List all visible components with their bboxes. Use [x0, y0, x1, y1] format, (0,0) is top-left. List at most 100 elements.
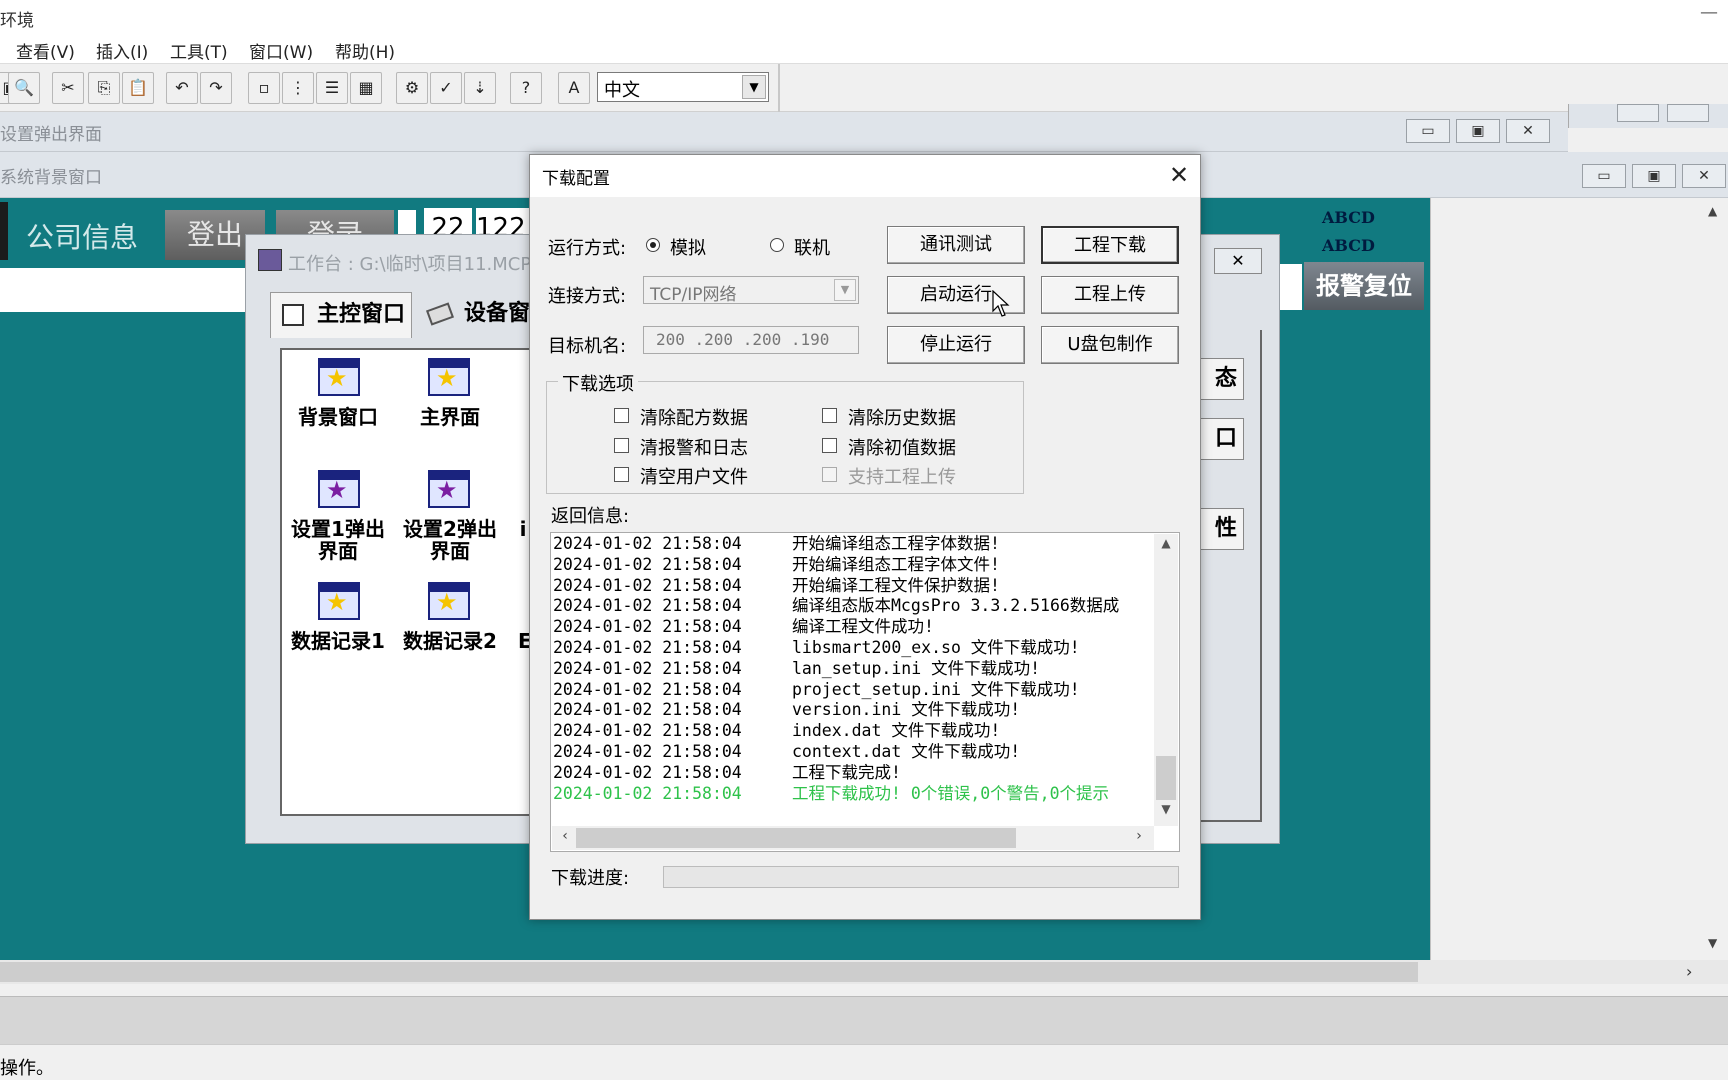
log-line: 2024-01-02 21:58:04 version.ini 文件下载成功! [553, 700, 1153, 721]
side-button-state[interactable]: 态 [1200, 358, 1244, 400]
run-mode-sim-label[interactable]: 模拟 [670, 234, 706, 260]
log-timestamp: 2024-01-02 21:58:04 [553, 575, 742, 595]
horizontal-scroll-thumb[interactable] [0, 962, 1418, 982]
minimize-icon[interactable] [1617, 104, 1659, 122]
window-label-background[interactable]: 背景窗口 [288, 406, 388, 428]
project-download-button[interactable]: 工程下载 [1041, 226, 1179, 264]
menu-view[interactable]: 查看(V) [16, 38, 75, 63]
window-star-icon[interactable]: ★ [318, 358, 360, 396]
copy-icon[interactable]: ⎘ [88, 72, 120, 104]
chevron-right-icon[interactable]: › [1130, 828, 1148, 848]
run-mode-online-radio[interactable] [770, 238, 784, 252]
alarm-reset-button[interactable]: 报警复位 [1304, 262, 1424, 310]
project-upload-button[interactable]: 工程上传 [1041, 276, 1179, 314]
window-label-datalog1[interactable]: 数据记录1 [284, 630, 392, 652]
list-icon[interactable]: ☰ [316, 72, 348, 104]
minimize-icon[interactable]: ▭ [1582, 164, 1626, 188]
log-message: 工程下载完成! [792, 762, 901, 782]
window-label-setting2[interactable]: 设置2弹出界面 [398, 518, 502, 562]
log-line: 2024-01-02 21:58:04 编译组态版本McgsPro 3.3.2.5… [553, 596, 1153, 617]
clear-alarm-log-checkbox[interactable] [614, 438, 629, 453]
clear-history-label[interactable]: 清除历史数据 [848, 404, 956, 430]
chevron-left-icon[interactable]: ‹ [556, 828, 574, 848]
menu-window[interactable]: 窗口(W) [249, 38, 313, 63]
support-upload-label: 支持工程上传 [848, 467, 956, 488]
language-select[interactable]: 中文 ▼ [597, 72, 769, 102]
print-preview-icon[interactable]: 🔍 [8, 72, 40, 104]
log-line: 2024-01-02 21:58:04 工程下载成功! 0个错误,0个警告,0个提… [553, 784, 1153, 805]
window-star-icon[interactable]: ★ [428, 470, 470, 508]
menu-insert[interactable]: 插入(I) [96, 38, 148, 63]
clear-initial-checkbox[interactable] [822, 438, 837, 453]
clear-recipe-checkbox[interactable] [614, 408, 629, 423]
clear-initial-label[interactable]: 清除初值数据 [848, 434, 956, 460]
clear-alarm-log-label[interactable]: 清报警和日志 [640, 434, 748, 460]
side-button-window[interactable]: 口 [1200, 418, 1244, 460]
language-icon[interactable]: A [558, 72, 590, 104]
usb-package-button[interactable]: U盘包制作 [1041, 326, 1179, 364]
window-label-main[interactable]: 主界面 [400, 406, 500, 428]
table-icon[interactable]: ▦ [350, 72, 382, 104]
tree-icon[interactable]: ⋮ [282, 72, 314, 104]
chevron-up-icon[interactable]: ▲ [1154, 536, 1178, 558]
target-name-label: 目标机名: [548, 336, 627, 357]
clear-user-files-checkbox[interactable] [614, 467, 629, 482]
window-label-setting1[interactable]: 设置1弹出界面 [286, 518, 390, 562]
workbench-title: 工作台 : G:\临时\项目11.MCP [288, 254, 532, 275]
chevron-down-icon[interactable]: ▼ [1708, 936, 1717, 950]
mdi-background-title: 系统背景窗口 [0, 168, 102, 188]
connect-mode-value: TCP/IP网络 [650, 285, 737, 305]
redo-icon[interactable]: ↷ [200, 72, 232, 104]
mdi-back-bar [1568, 104, 1728, 128]
connect-mode-select[interactable]: TCP/IP网络 ▼ [643, 276, 859, 305]
cut-icon[interactable]: ✂ [52, 72, 84, 104]
close-icon[interactable]: ✕ [1682, 164, 1726, 188]
close-icon[interactable]: ✕ [1214, 248, 1262, 274]
log-vertical-scroll-thumb[interactable] [1156, 756, 1176, 800]
properties-icon[interactable]: ⚙ [396, 72, 428, 104]
status-bar [0, 1044, 1728, 1080]
log-line: 2024-01-02 21:58:04 lan_setup.ini 文件下载成功! [553, 659, 1153, 680]
undo-icon[interactable]: ↶ [166, 72, 198, 104]
return-info-label: 返回信息: [551, 506, 630, 527]
minimize-icon[interactable]: — [1700, 2, 1718, 23]
maximize-icon[interactable]: ▣ [1632, 164, 1676, 188]
stop-run-button[interactable]: 停止运行 [887, 326, 1025, 364]
check-icon[interactable]: ✓ [430, 72, 462, 104]
target-name-field[interactable]: 200 .200 .200 .190 [643, 326, 859, 354]
clear-user-files-label[interactable]: 清空用户文件 [640, 463, 748, 489]
object-icon[interactable]: ▫ [248, 72, 280, 104]
window-label-datalog2[interactable]: 数据记录2 [396, 630, 504, 652]
maximize-icon[interactable]: ▣ [1456, 119, 1500, 143]
side-button-property[interactable]: 性 [1200, 508, 1244, 550]
chevron-down-icon[interactable]: ▼ [1154, 802, 1178, 824]
comm-test-button[interactable]: 通讯测试 [887, 226, 1025, 264]
chevron-right-icon[interactable]: › [1686, 962, 1692, 981]
chevron-down-icon[interactable]: ▼ [742, 75, 766, 99]
run-mode-sim-radio[interactable] [646, 238, 660, 252]
output-area [0, 996, 1728, 1044]
toolbar: ▣ 🔍 ✂ ⎘ 📋 ↶ ↷ ▫ ⋮ ☰ ▦ ⚙ ✓ ⇣ ? A 中文 ▼ [0, 64, 1728, 112]
menu-tools[interactable]: 工具(T) [170, 38, 228, 63]
vertical-scrollbar[interactable]: ▲ ▼ [1702, 198, 1728, 960]
sort-icon[interactable]: ⇣ [464, 72, 496, 104]
workbench-app-icon [258, 249, 282, 271]
minimize-icon[interactable]: ▭ [1406, 119, 1450, 143]
maximize-icon[interactable] [1667, 104, 1709, 122]
close-icon[interactable]: ✕ [1164, 160, 1194, 190]
window-star-icon[interactable]: ★ [318, 470, 360, 508]
clear-history-checkbox[interactable] [822, 408, 837, 423]
run-mode-online-label[interactable]: 联机 [794, 234, 830, 260]
log-timestamp: 2024-01-02 21:58:04 [553, 762, 742, 782]
log-horizontal-scroll-thumb[interactable] [576, 828, 1016, 848]
clear-recipe-label[interactable]: 清除配方数据 [640, 404, 748, 430]
menu-help[interactable]: 帮助(H) [335, 38, 395, 63]
window-star-icon[interactable]: ★ [318, 582, 360, 620]
help-icon[interactable]: ? [510, 72, 542, 104]
chevron-up-icon[interactable]: ▲ [1708, 204, 1717, 218]
window-star-icon[interactable]: ★ [428, 358, 470, 396]
window-star-icon[interactable]: ★ [428, 582, 470, 620]
close-icon[interactable]: ✕ [1506, 119, 1550, 143]
chevron-down-icon[interactable]: ▼ [834, 279, 856, 301]
paste-icon[interactable]: 📋 [122, 72, 154, 104]
